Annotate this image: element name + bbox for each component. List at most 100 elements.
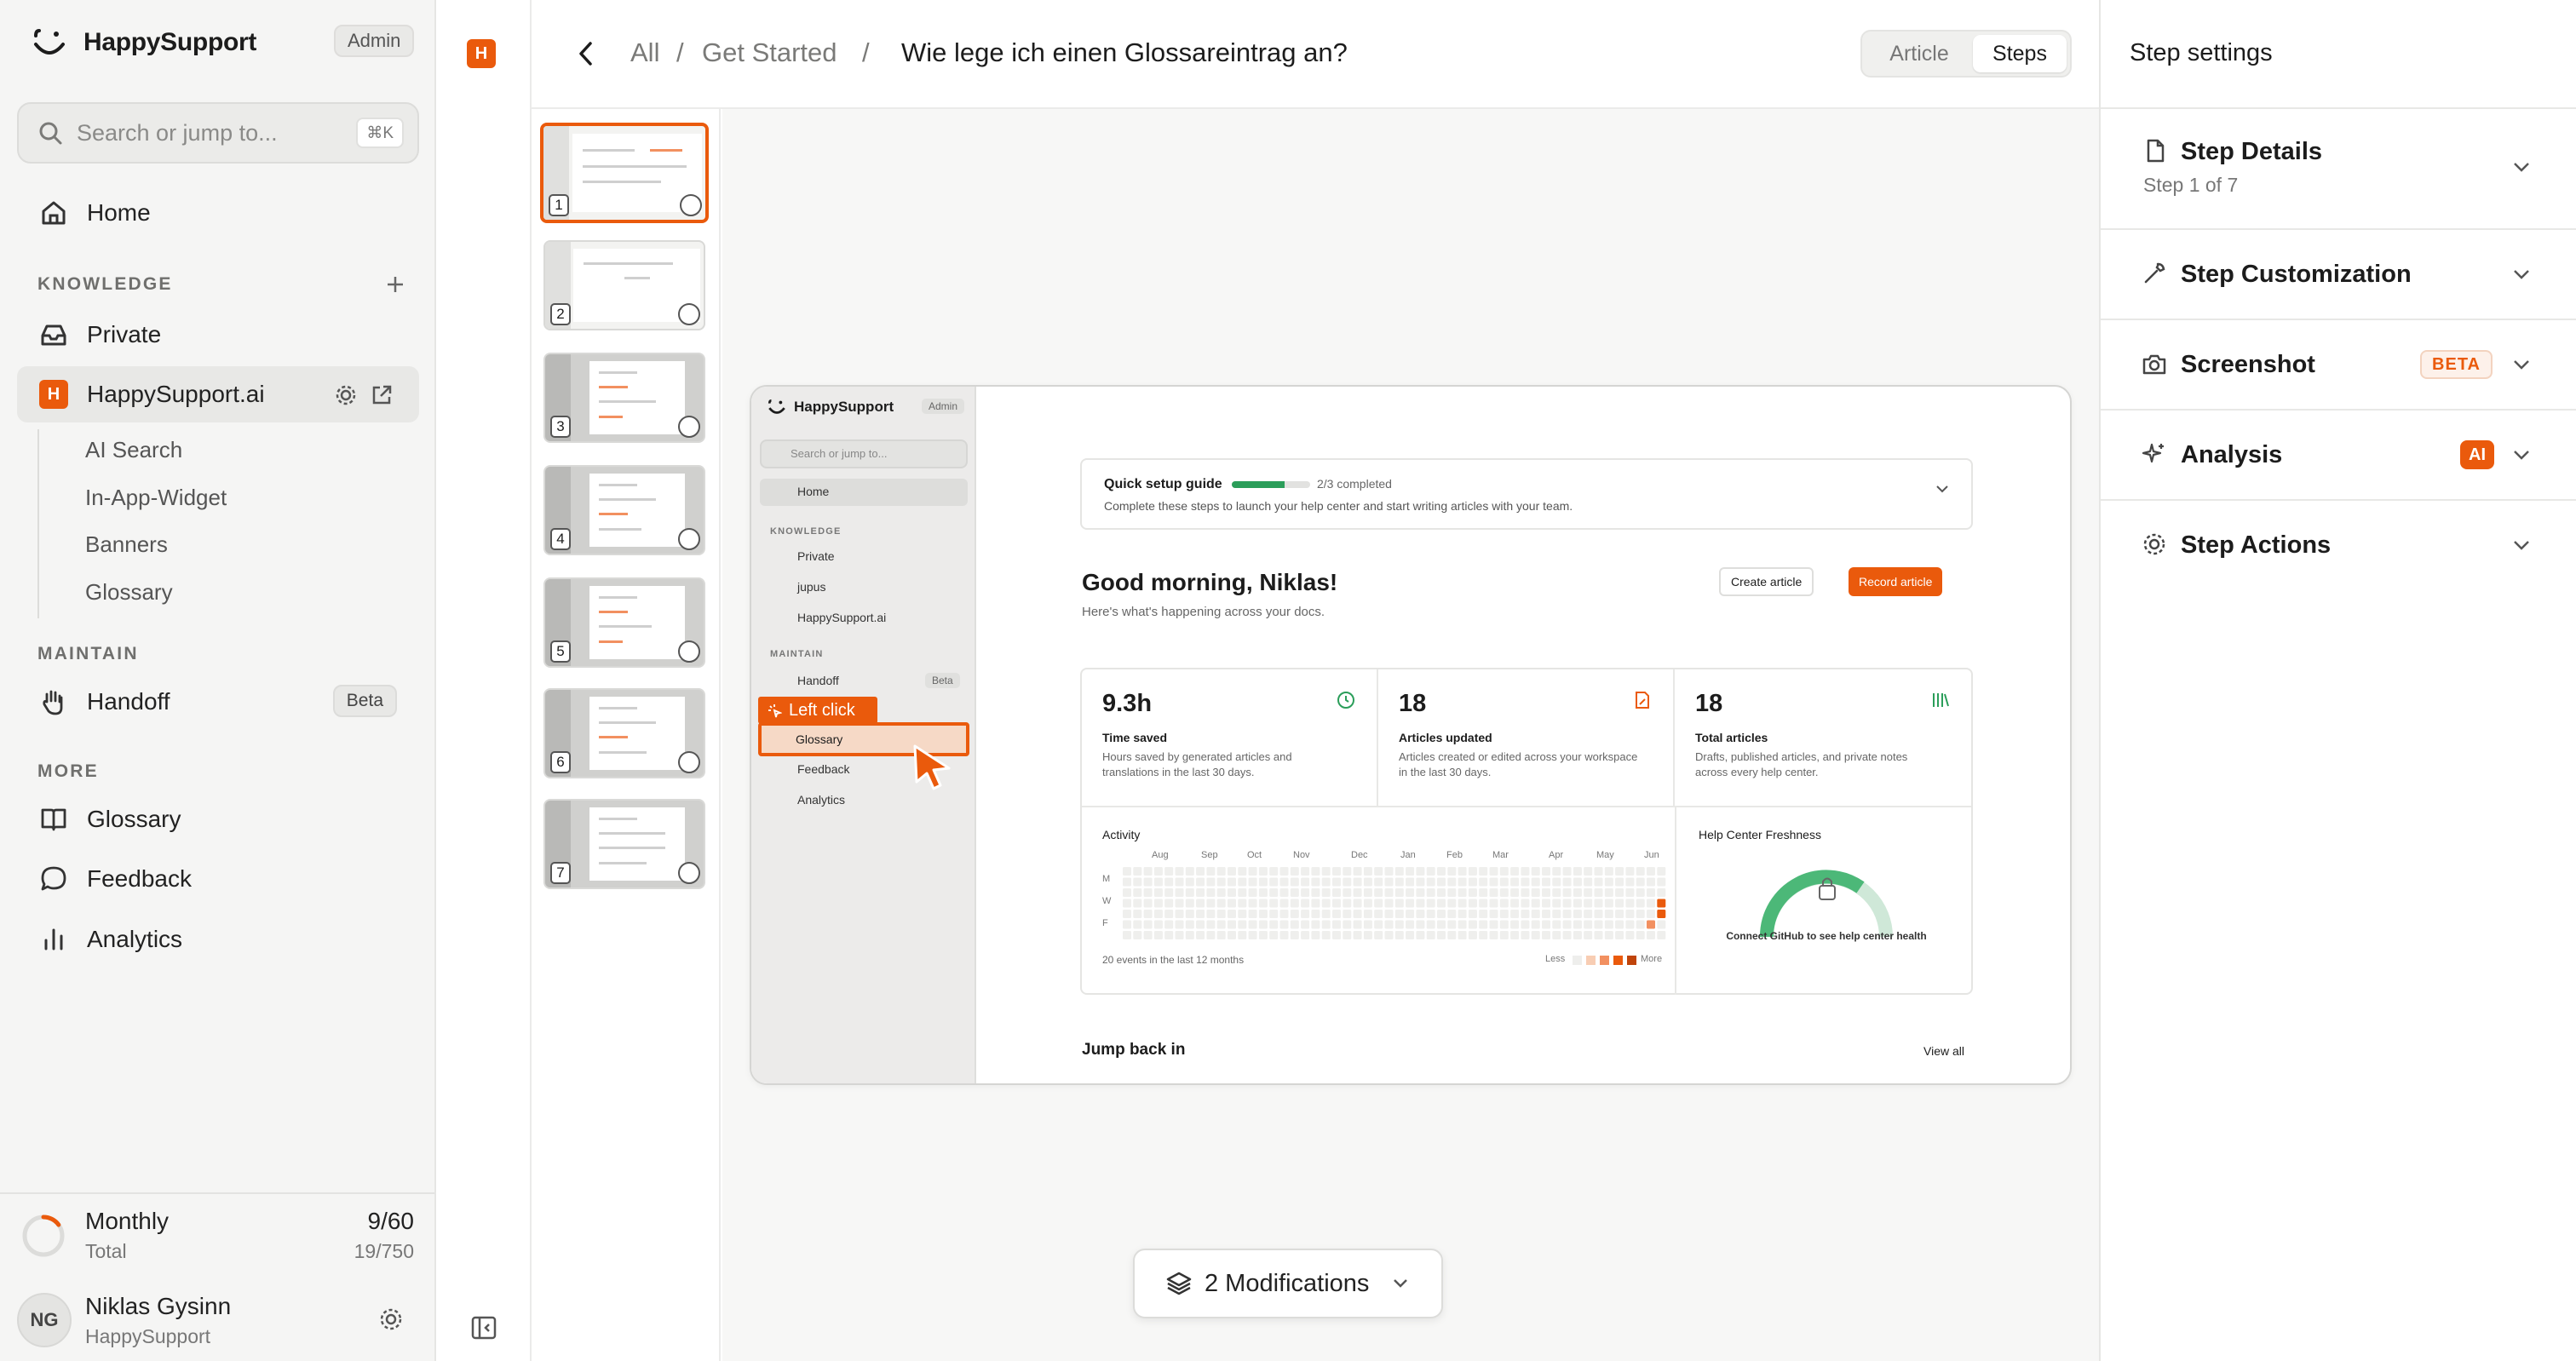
- screenshot-section: KNOWLEDGE: [770, 526, 842, 537]
- heatmap-cell: [1123, 931, 1131, 939]
- sidebar-item-glossary[interactable]: Glossary: [17, 791, 419, 847]
- heatmap-cell: [1531, 931, 1540, 939]
- step-thumbnail[interactable]: 6: [543, 688, 705, 778]
- month-label: Mar: [1492, 850, 1509, 860]
- heatmap-cell: [1499, 931, 1509, 939]
- heatmap-cell: [1542, 910, 1550, 918]
- sidebar-item-home[interactable]: Home: [17, 185, 419, 241]
- sidebar-item-label: Analytics: [87, 926, 183, 952]
- heatmap-cell: [1279, 910, 1289, 918]
- screenshot-section: MAINTAIN: [770, 649, 824, 659]
- heatmap-cell: [1562, 877, 1572, 887]
- heatmap-cell: [1394, 920, 1404, 929]
- accordion-step-actions[interactable]: Step Actions: [2101, 501, 2576, 589]
- external-link-icon[interactable]: [370, 383, 394, 407]
- heatmap-cell: [1228, 931, 1236, 939]
- sidebar-item-workspace[interactable]: H HappySupport.ai: [17, 366, 419, 422]
- sidebar-subitem-in-app-widget[interactable]: In-App-Widget: [85, 485, 227, 511]
- heatmap-cell: [1248, 920, 1257, 929]
- heatmap-cell: [1216, 899, 1226, 908]
- stat-desc: Articles created or edited across your w…: [1399, 750, 1638, 778]
- brand[interactable]: HappySupport: [31, 20, 256, 65]
- heatmap-cell: [1164, 877, 1174, 887]
- tab-steps[interactable]: Steps: [1973, 35, 2067, 72]
- avatar[interactable]: NG: [17, 1293, 72, 1347]
- heatmap-cell: [1604, 899, 1613, 908]
- step-thumbnail[interactable]: 5: [543, 577, 705, 668]
- sidebar-subitem-banners[interactable]: Banners: [85, 531, 168, 558]
- accordion-step-details[interactable]: Step Details Step 1 of 7: [2101, 109, 2576, 228]
- heatmap-cell: [1594, 931, 1603, 939]
- heatmap-cell: [1363, 877, 1372, 887]
- search-shortcut: ⌘K: [356, 118, 404, 148]
- heatmap-cell: [1458, 899, 1467, 908]
- legend-less: Less: [1545, 954, 1566, 964]
- heatmap-cell: [1426, 877, 1435, 887]
- step-thumbnail[interactable]: 2: [543, 240, 705, 330]
- heatmap-cell: [1343, 899, 1352, 908]
- accordion-analysis[interactable]: Analysis AI: [2101, 411, 2576, 499]
- search-input[interactable]: Search or jump to... ⌘K: [17, 102, 419, 164]
- accordion-title: Analysis: [2181, 441, 2283, 468]
- heatmap-cell: [1238, 877, 1247, 887]
- heatmap-cell: [1636, 920, 1645, 929]
- settings-gear-icon[interactable]: [378, 1306, 404, 1332]
- breadcrumb-all[interactable]: All: [630, 37, 659, 68]
- step-screenshot[interactable]: HappySupport Admin Search or jump to... …: [750, 385, 2072, 1085]
- heatmap-cell: [1458, 867, 1467, 876]
- step-thumbnail[interactable]: 7: [543, 799, 705, 889]
- heatmap-cell: [1573, 877, 1582, 887]
- heatmap-cell: [1311, 931, 1320, 939]
- heatmap-cell: [1573, 888, 1582, 897]
- sidebar-item-private[interactable]: Private: [17, 307, 419, 363]
- sidebar-item-feedback[interactable]: Feedback: [17, 851, 419, 907]
- day-label: M: [1102, 874, 1111, 884]
- heatmap-cell: [1437, 899, 1446, 908]
- breadcrumb-get-started[interactable]: Get Started: [702, 37, 837, 68]
- heatmap-cell: [1301, 877, 1310, 887]
- stat-value: 18: [1695, 690, 1723, 717]
- screenshot-sidebar: HappySupport Admin Search or jump to... …: [751, 387, 976, 1083]
- heatmap-cell: [1238, 910, 1247, 918]
- accordion-step-customization[interactable]: Step Customization: [2101, 230, 2576, 319]
- library-icon: [1933, 693, 1949, 707]
- heatmap-cell: [1468, 910, 1477, 918]
- modifications-button[interactable]: 2 Modifications: [1133, 1249, 1443, 1318]
- step-thumbnail[interactable]: 4: [543, 465, 705, 555]
- back-chevron-icon[interactable]: [574, 39, 598, 68]
- step-thumbnail[interactable]: 1: [540, 123, 709, 223]
- heatmap-cell: [1206, 888, 1216, 897]
- heatmap-cell: [1542, 877, 1550, 887]
- sidebar-item-label: Feedback: [87, 865, 192, 892]
- stat-label: Articles updated: [1399, 731, 1492, 744]
- sidebar-item-handoff[interactable]: Handoff Beta: [17, 674, 419, 730]
- step-thumbnail[interactable]: 3: [543, 353, 705, 443]
- heatmap-cell: [1175, 910, 1184, 918]
- tab-article[interactable]: Article: [1866, 35, 1973, 72]
- heatmap-cell: [1143, 899, 1153, 908]
- heatmap-cell: [1447, 920, 1457, 929]
- heatmap-cell: [1374, 867, 1383, 876]
- sidebar-item-analytics[interactable]: Analytics: [17, 911, 419, 968]
- month-label: Sep: [1201, 850, 1218, 860]
- sidebar-subitem-glossary[interactable]: Glossary: [85, 579, 173, 606]
- workspace-logo[interactable]: H: [467, 39, 496, 68]
- heatmap-cell: [1153, 877, 1163, 887]
- workspace-logo: H: [39, 380, 68, 409]
- heatmap-cell: [1573, 920, 1582, 929]
- screenshot-home: Home: [760, 479, 968, 506]
- heatmap-cell: [1384, 931, 1394, 939]
- screenshot-handoff-badge: Beta: [925, 673, 960, 688]
- heatmap-cell: [1521, 920, 1530, 929]
- gear-icon[interactable]: [334, 383, 358, 407]
- add-icon[interactable]: [385, 274, 405, 295]
- accordion-screenshot[interactable]: Screenshot BETA: [2101, 320, 2576, 409]
- heatmap-cell: [1479, 931, 1488, 939]
- toggle-sidebar-icon[interactable]: [470, 1315, 497, 1341]
- heatmap-cell: [1562, 920, 1572, 929]
- heatmap-cell: [1206, 931, 1216, 939]
- heatmap-cell: [1489, 920, 1498, 929]
- heatmap-cell: [1636, 910, 1645, 918]
- sidebar-subitem-ai-search[interactable]: AI Search: [85, 437, 182, 463]
- beta-badge: Beta: [332, 685, 397, 717]
